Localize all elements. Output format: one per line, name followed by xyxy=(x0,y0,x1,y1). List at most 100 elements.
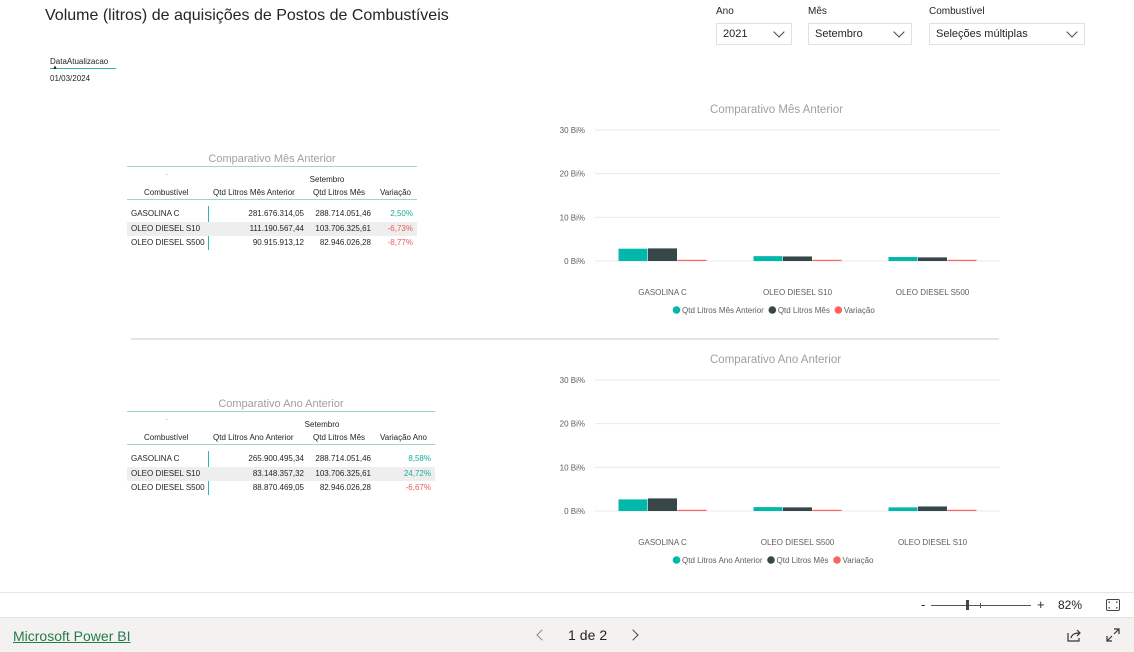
footer-bar: Microsoft Power BI 1 de 2 xyxy=(0,617,1134,652)
chart-title: Comparativo Mês Anterior xyxy=(710,104,843,116)
slicer-mes: Mês Setembro xyxy=(808,6,912,45)
report-title: Volume (litros) de aquisições de Postos … xyxy=(45,7,449,24)
sort-indicator: . xyxy=(166,170,168,177)
zoom-in-button[interactable]: + xyxy=(1037,597,1045,612)
slicer-ano: Ano 2021 xyxy=(716,6,792,45)
slicer-combustivel-dropdown[interactable]: Seleções múltiplas xyxy=(929,23,1085,45)
legend-marker xyxy=(768,306,777,314)
y-tick-label: 0 Bi% xyxy=(564,507,585,516)
chevron-down-icon xyxy=(893,26,905,38)
x-tick-label: OLEO DIESEL S500 xyxy=(896,288,970,297)
cell-qtd-anterior: 265.900.495,34 xyxy=(248,454,304,463)
cell-combustivel: OLEO DIESEL S10 xyxy=(131,223,201,233)
cell-qtd-anterior: 90.915.913,12 xyxy=(252,238,304,247)
zoom-slider-thumb[interactable] xyxy=(966,600,969,610)
table-header-row: Combustível Qtd Litros Mês Anterior Qtd … xyxy=(127,188,417,200)
page-navigator: 1 de 2 xyxy=(536,627,639,643)
legend-label: Qtd Litros Mês Anterior xyxy=(682,306,764,315)
y-tick-label: 10 Bi% xyxy=(560,463,585,472)
cell-variacao: -8,77% xyxy=(387,238,413,247)
x-tick-label: GASOLINA C xyxy=(638,538,687,547)
power-bi-link[interactable]: Microsoft Power BI xyxy=(13,628,130,644)
cell-variacao: -6,67% xyxy=(405,483,431,492)
table-row[interactable]: OLEO DIESEL S10 83.148.357,32 103.706.32… xyxy=(127,466,435,481)
cell-qtd-anterior: 88.870.469,05 xyxy=(252,483,304,492)
cell-variacao: 24,72% xyxy=(403,468,431,478)
page-total: 2 xyxy=(599,627,608,643)
bar xyxy=(648,498,677,511)
column-header[interactable]: Qtd Litros Mês xyxy=(313,433,365,442)
table-row[interactable]: OLEO DIESEL S500 90.915.913,12 82.946.02… xyxy=(127,236,417,251)
table-comparativo-ano: Comparativo Ano Anterior . Setembro Comb… xyxy=(127,398,435,498)
column-header[interactable]: Combustível xyxy=(144,433,188,442)
slicer-ano-label: Ano xyxy=(716,6,734,17)
y-tick-label: 0 Bi% xyxy=(564,257,585,266)
zoom-slider-track[interactable] xyxy=(931,605,1031,606)
data-atualizacao-header[interactable]: DataAtualizacao ▲ xyxy=(50,57,116,71)
column-header[interactable]: Variação xyxy=(380,188,411,197)
cell-combustivel: OLEO DIESEL S10 xyxy=(131,468,201,478)
legend-label: Variação xyxy=(844,306,876,315)
fit-to-page-icon[interactable] xyxy=(1106,599,1120,611)
legend-marker xyxy=(834,306,843,314)
bar xyxy=(918,506,947,511)
legend-marker xyxy=(767,556,775,564)
legend-label: Qtd Litros Mês xyxy=(778,306,830,315)
x-tick-label: OLEO DIESEL S500 xyxy=(761,538,835,547)
y-tick-label: 30 Bi% xyxy=(560,376,585,385)
cell-qtd-anterior: 281.676.314,05 xyxy=(248,209,304,218)
table-title: Comparativo Ano Anterior xyxy=(127,398,435,412)
slicer-ano-dropdown[interactable]: 2021 xyxy=(716,23,792,45)
cell-qtd-anterior: 83.148.357,32 xyxy=(252,468,304,478)
slicer-mes-dropdown[interactable]: Setembro xyxy=(808,23,912,45)
sort-indicator: . xyxy=(166,415,168,422)
cell-variacao: 8,58% xyxy=(408,454,431,463)
table-header-row: Combustível Qtd Litros Ano Anterior Qtd … xyxy=(127,433,435,445)
bar-chart-ano-anterior: 0 Bi% 10 Bi% 20 Bi% 30 Bi% GASOLINA C OLEO DI… xyxy=(560,376,1000,565)
table-title: Comparativo Mês Anterior xyxy=(127,153,417,167)
table-row[interactable]: OLEO DIESEL S500 88.870.469,05 82.946.02… xyxy=(127,481,435,496)
bar xyxy=(947,259,977,261)
bar xyxy=(677,259,707,261)
slicer-combustivel-label: Combustível xyxy=(929,6,985,17)
bar xyxy=(888,507,918,511)
legend-marker xyxy=(672,306,681,314)
share-icon[interactable] xyxy=(1067,628,1082,642)
cell-qtd-mes: 288.714.051,46 xyxy=(315,209,371,218)
bar xyxy=(753,507,783,511)
x-tick-label: OLEO DIESEL S10 xyxy=(763,288,833,297)
zoom-bar: - + 82% xyxy=(0,592,1134,617)
slicer-mes-value: Setembro xyxy=(815,28,863,40)
report-canvas: Volume (litros) de aquisições de Postos … xyxy=(0,0,1134,592)
y-tick-label: 10 Bi% xyxy=(560,213,585,222)
table-row[interactable]: GASOLINA C 281.676.314,05 288.714.051,46… xyxy=(127,207,417,222)
data-atualizacao-card: DataAtualizacao ▲ 01/03/2024 xyxy=(50,57,116,83)
section-divider xyxy=(131,338,999,340)
bar xyxy=(783,507,812,511)
previous-page-icon[interactable] xyxy=(536,629,548,641)
bar xyxy=(783,256,812,261)
table-row[interactable]: OLEO DIESEL S10 111.190.567,44 103.706.3… xyxy=(127,221,417,236)
cell-qtd-mes: 103.706.325,61 xyxy=(315,468,371,478)
x-tick-label: GASOLINA C xyxy=(638,288,687,297)
column-header[interactable]: Qtd Litros Mês xyxy=(313,188,365,197)
cell-variacao: -6,73% xyxy=(387,223,413,233)
bar xyxy=(618,499,648,511)
column-header[interactable]: Variação Ano xyxy=(380,433,427,442)
data-atualizacao-value: 01/03/2024 xyxy=(50,74,91,83)
fullscreen-icon[interactable] xyxy=(1106,628,1120,642)
zoom-level: 82% xyxy=(1058,598,1083,612)
next-page-icon[interactable] xyxy=(627,629,639,641)
table-row[interactable]: GASOLINA C 265.900.495,34 288.714.051,46… xyxy=(127,452,435,467)
bar-chart-mes-anterior: 0 Bi% 10 Bi% 20 Bi% 30 Bi% GASOLINA C OLEO DI… xyxy=(560,126,1000,315)
bar xyxy=(677,509,707,511)
x-tick-label: OLEO DIESEL S10 xyxy=(898,538,968,547)
column-header[interactable]: Combustível xyxy=(144,188,188,197)
zoom-out-button[interactable]: - xyxy=(921,597,925,612)
column-header[interactable]: Qtd Litros Ano Anterior xyxy=(213,433,294,442)
table-comparativo-mes: Comparativo Mês Anterior . Setembro Comb… xyxy=(127,153,417,253)
cell-qtd-mes: 103.706.325,61 xyxy=(315,223,371,233)
legend-marker xyxy=(672,556,681,564)
column-header[interactable]: Qtd Litros Mês Anterior xyxy=(213,188,295,197)
column-group-header: Setembro xyxy=(304,420,340,429)
